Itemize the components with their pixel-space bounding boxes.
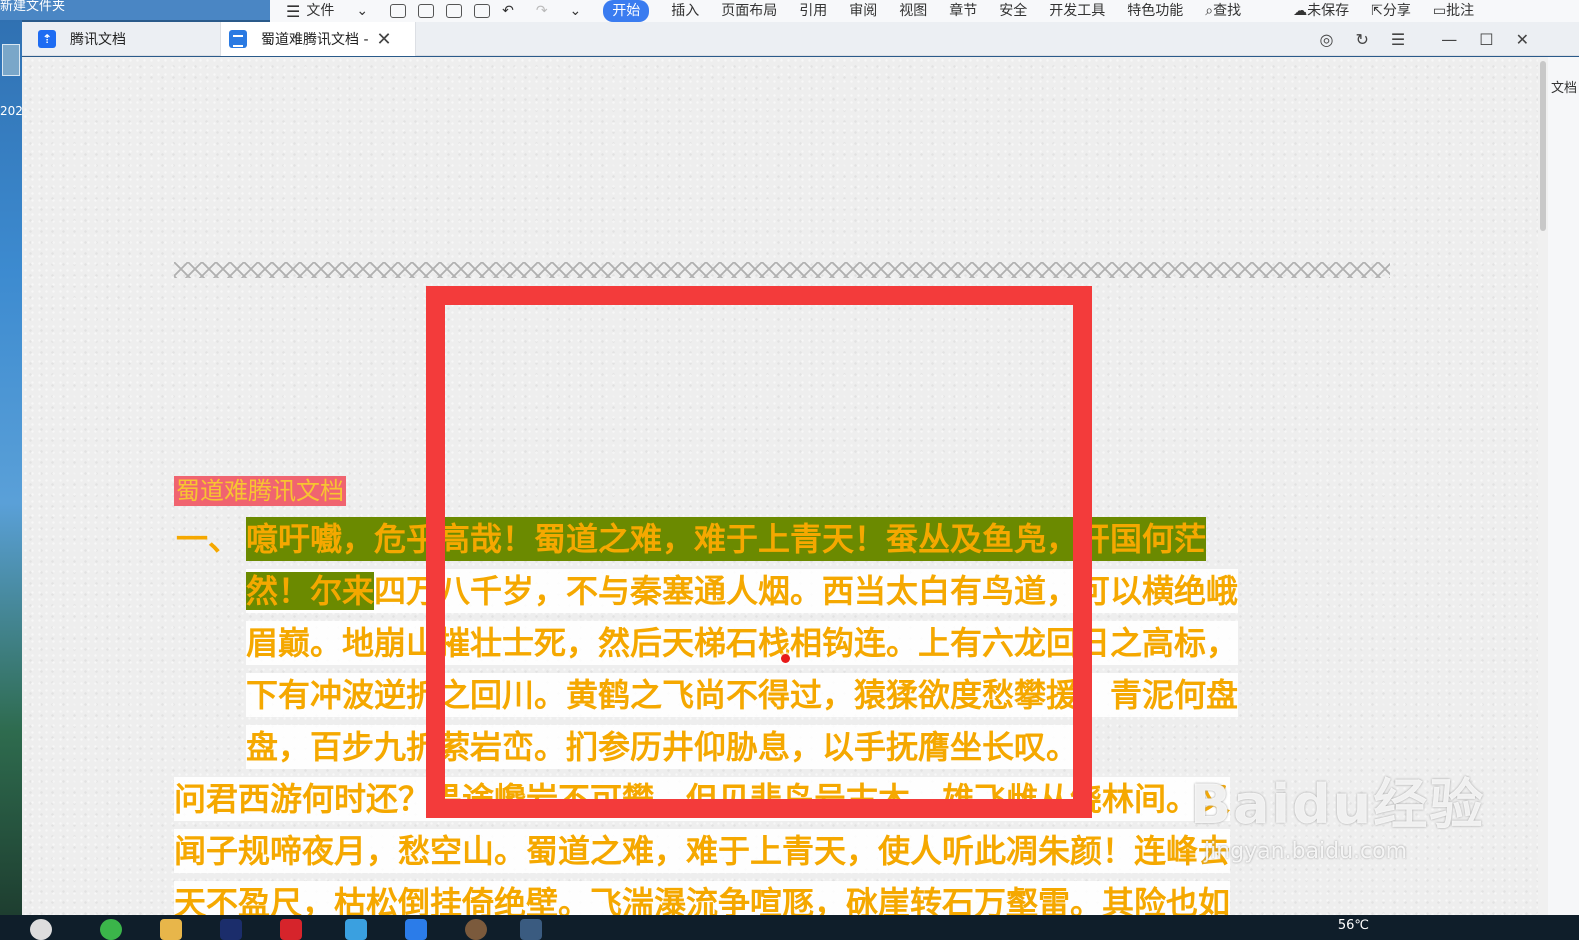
search-icon: ⌕ <box>1205 3 1214 19</box>
hamburger-menu-icon[interactable]: ☰ <box>286 2 300 21</box>
app-blue2-icon[interactable] <box>405 919 427 940</box>
share-icon: ⇱ <box>1371 3 1383 19</box>
temperature-readout: 56℃ <box>1337 918 1369 933</box>
compass-icon[interactable]: ◎ <box>1320 30 1334 49</box>
file-explorer-icon[interactable] <box>160 919 182 940</box>
tab-special-features[interactable]: 特色功能 <box>1127 0 1183 22</box>
app-blue-icon[interactable] <box>345 919 367 940</box>
tab-view[interactable]: 视图 <box>899 0 927 22</box>
baidu-jingyan-watermark: Baidu经验 jingyan.baidu.com <box>1190 760 1485 864</box>
tencent-docs-taskbar-icon[interactable] <box>520 919 542 940</box>
search-button[interactable]: ⌕查找 <box>1205 0 1241 22</box>
red-annotation-box <box>426 286 1092 818</box>
desktop-shortcut-icon[interactable] <box>2 44 20 76</box>
quick-access-dropdown-icon[interactable]: ⌄ <box>570 0 582 22</box>
tencent-docs-logo-icon: ⇡ <box>38 30 56 48</box>
unsaved-label: 未保存 <box>1307 3 1350 19</box>
tab-references[interactable]: 引用 <box>799 0 827 22</box>
chevron-down-icon[interactable]: ⌄ <box>356 0 368 22</box>
maximize-icon[interactable]: ☐ <box>1479 30 1493 49</box>
comment-icon: ▭ <box>1432 3 1447 19</box>
start-icon[interactable] <box>30 919 52 940</box>
avatar-icon[interactable] <box>465 919 487 940</box>
search-label: 查找 <box>1213 3 1242 19</box>
ribbon-menu-bar: ☰ 文件 ⌄ ↶ ↷ ⌄ 开始 插入 页面布局 引用 审阅 视图 章节 安全 开… <box>270 0 1579 22</box>
format-painter-icon[interactable] <box>418 4 435 18</box>
right-side-panel[interactable]: 文档 <box>1548 57 1579 915</box>
save-icon[interactable] <box>390 4 407 18</box>
highlighted-text: 然！尔来 <box>246 572 375 610</box>
comment-button[interactable]: ▭批注 <box>1433 0 1474 22</box>
share-button[interactable]: ⇱分享 <box>1371 0 1411 22</box>
tab-shudaonan-document[interactable]: 蜀道难腾讯文档 - ✕ <box>220 22 416 56</box>
tab-label: 蜀道难腾讯文档 - <box>261 32 369 48</box>
tab-tencent-docs[interactable]: ⇡ 腾讯文档 <box>30 22 220 56</box>
poem-line[interactable]: 闻子规啼夜月，愁空山。蜀道之难，难于上青天，使人听此凋朱颜！连峰去 <box>174 829 1231 873</box>
share-label: 分享 <box>1382 3 1411 19</box>
unsaved-status-button[interactable]: ☁未保存 <box>1293 0 1349 22</box>
wechat-icon[interactable] <box>100 919 122 940</box>
watermark-brand: Baidu经验 <box>1190 773 1486 836</box>
desktop-icon-label: 202 <box>0 104 23 118</box>
redo-icon[interactable]: ↷ <box>536 0 548 22</box>
page-border-decoration <box>174 262 1390 278</box>
refresh-icon[interactable]: ↻ <box>1356 30 1369 49</box>
window-controls: ◎ ↻ ☰ — ☐ ✕ <box>1298 22 1529 56</box>
undo-icon[interactable]: ↶ <box>502 0 514 22</box>
list-item-prefix: 一、 <box>176 520 241 558</box>
tab-insert[interactable]: 插入 <box>671 0 699 22</box>
tab-developer[interactable]: 开发工具 <box>1049 0 1105 22</box>
file-menu[interactable]: 文件 <box>306 0 334 22</box>
tab-start[interactable]: 开始 <box>603 0 650 22</box>
right-panel-label: 文档 <box>1551 81 1578 96</box>
tab-chapter[interactable]: 章节 <box>949 0 977 22</box>
tab-page-layout[interactable]: 页面布局 <box>721 0 777 22</box>
poem-line[interactable]: 天不盈尺，枯松倒挂倚绝壁。飞湍瀑流争喧豗，砯崖转石万壑雷。其险也如 <box>174 881 1231 915</box>
watermark-url: jingyan.baidu.com <box>1204 839 1408 864</box>
desktop-folder-label[interactable]: 新建文件夹 <box>0 0 65 14</box>
scrollbar-thumb[interactable] <box>1540 61 1546 231</box>
minimize-icon[interactable]: — <box>1441 30 1457 49</box>
close-window-icon[interactable]: ✕ <box>1516 30 1529 49</box>
tab-security[interactable]: 安全 <box>999 0 1027 22</box>
print-preview-icon[interactable] <box>474 4 491 18</box>
vertical-scrollbar[interactable] <box>1538 57 1548 915</box>
tab-review[interactable]: 审阅 <box>849 0 877 22</box>
document-title[interactable]: 蜀道难腾讯文档 <box>174 476 346 506</box>
close-tab-icon[interactable]: ✕ <box>377 29 392 50</box>
mouse-cursor-indicator <box>781 654 790 663</box>
photoshop-icon[interactable] <box>220 919 242 940</box>
menu-icon[interactable]: ☰ <box>1391 30 1405 49</box>
desktop-background <box>0 0 22 915</box>
windows-taskbar: 56℃ <box>0 915 1579 940</box>
app-red-icon[interactable] <box>280 919 302 940</box>
cloud-icon: ☁ <box>1293 3 1308 19</box>
print-icon[interactable] <box>446 4 463 18</box>
document-icon <box>229 30 247 48</box>
comment-label: 批注 <box>1446 3 1475 19</box>
tab-label: 腾讯文档 <box>70 32 126 48</box>
